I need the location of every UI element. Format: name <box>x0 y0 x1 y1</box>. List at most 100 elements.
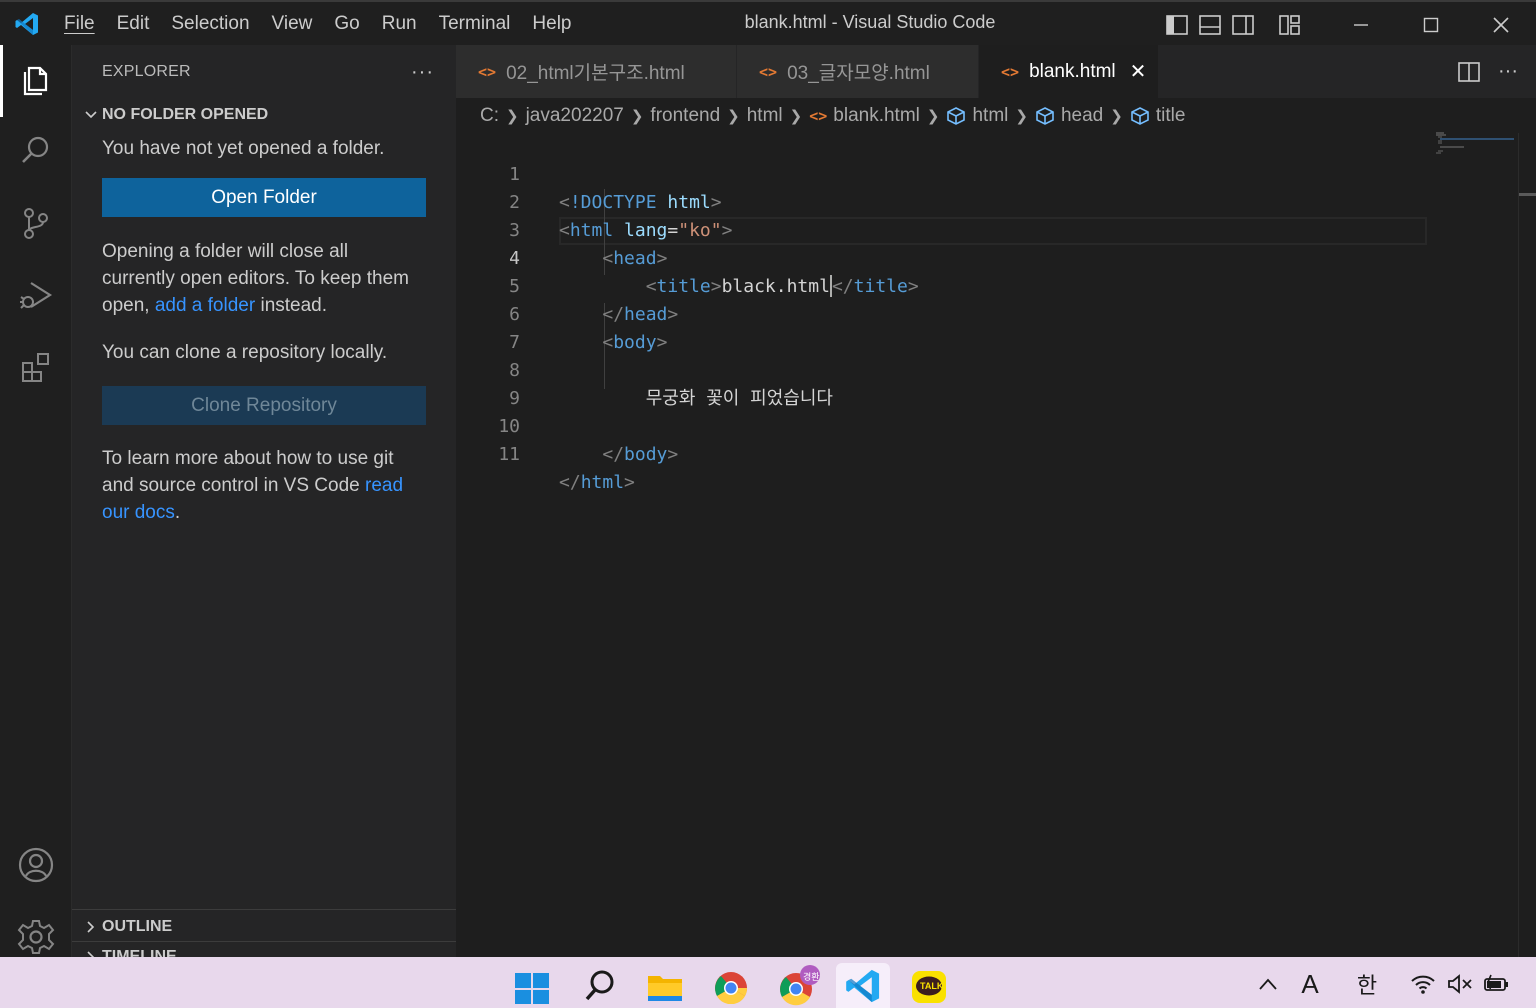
clone-repository-button[interactable]: Clone Repository <box>102 386 426 425</box>
add-folder-link[interactable]: add a folder <box>155 295 255 316</box>
tab-02-html[interactable]: <> 02_html기본구조.html <box>456 45 737 98</box>
title-bar: File Edit Selection View Go Run Terminal… <box>0 0 1536 45</box>
breadcrumb-item[interactable]: frontend <box>650 105 720 127</box>
files-icon <box>18 61 54 102</box>
no-folder-text: You have not yet opened a folder. <box>102 138 385 159</box>
battery-charging-icon[interactable] <box>1482 970 1512 998</box>
breadcrumb-item[interactable]: C: <box>480 105 499 127</box>
code-line: 7 <box>456 301 1456 353</box>
chrome-icon[interactable] <box>706 963 756 1008</box>
code-line: 11 </html> <box>456 413 1456 493</box>
menu-go[interactable]: Go <box>323 1 370 46</box>
breadcrumb-item[interactable]: head <box>1061 105 1103 127</box>
explorer-activity[interactable] <box>0 45 72 117</box>
close-window-button[interactable] <box>1466 2 1536 47</box>
file-explorer-icon[interactable] <box>640 963 690 1008</box>
start-icon[interactable] <box>507 963 557 1008</box>
html-file-icon: <> <box>478 62 497 81</box>
learn-end: . <box>174 502 181 523</box>
code-line: 6 <body> <box>456 273 1456 353</box>
learn-more-text: To learn more about how to use git and s… <box>102 445 426 526</box>
tab-label: blank.html <box>1029 60 1116 82</box>
tab-label: 02_html기본구조.html <box>506 63 685 84</box>
ime-mode-indicator[interactable]: A <box>1296 969 1324 999</box>
profile-badge: 경환 <box>803 972 820 982</box>
customize-layout-icon[interactable] <box>1273 2 1306 47</box>
line-number: 11 <box>498 444 520 465</box>
menu-selection[interactable]: Selection <box>160 1 260 46</box>
tab-blank-html[interactable]: <> blank.html ✕ <box>979 45 1159 98</box>
extensions-icon <box>18 349 54 390</box>
chrome-profile-icon[interactable]: 경환 <box>772 963 822 1008</box>
show-hidden-icons-icon[interactable] <box>1255 970 1281 998</box>
menu-view[interactable]: View <box>261 1 324 46</box>
outline-title: OUTLINE <box>102 918 173 935</box>
extensions-activity[interactable] <box>0 333 72 405</box>
kakaotalk-icon[interactable]: TALK <box>904 963 954 1008</box>
toggle-primary-sidebar-icon[interactable] <box>1160 2 1193 47</box>
wifi-icon[interactable] <box>1408 970 1438 998</box>
run-debug-activity[interactable] <box>0 261 72 333</box>
vscode-icon[interactable] <box>836 963 890 1008</box>
close-tab-icon[interactable]: ✕ <box>1130 59 1147 84</box>
more-actions-icon[interactable]: ··· <box>411 61 434 84</box>
tab-label: 03_글자모양.html <box>787 63 930 84</box>
code-line: 4 <title>black.html </title> <box>456 217 1456 297</box>
minimap[interactable] <box>1434 131 1516 171</box>
more-actions-icon[interactable]: ··· <box>1498 60 1518 83</box>
accounts-activity[interactable] <box>0 831 72 903</box>
menu-terminal[interactable]: Terminal <box>428 1 522 46</box>
timeline-section[interactable]: TIMELINE <box>72 941 456 957</box>
breadcrumb: C: ❯ java202207 ❯ frontend ❯ html ❯ <> b… <box>456 98 1536 134</box>
html-file-icon: <> <box>1001 62 1020 81</box>
breadcrumb-item[interactable]: java202207 <box>526 105 624 127</box>
line-content: </html> <box>559 472 635 493</box>
menu-edit[interactable]: Edit <box>106 1 161 46</box>
menu-help[interactable]: Help <box>521 1 582 46</box>
menu-run[interactable]: Run <box>371 1 428 46</box>
menu-file[interactable]: File <box>54 1 106 46</box>
code-line: 5 </head> <box>456 245 1456 325</box>
maximize-button[interactable] <box>1396 2 1466 47</box>
symbol-element-icon <box>1130 107 1150 125</box>
breadcrumb-item[interactable]: title <box>1156 105 1186 127</box>
editor-area: <> 02_html기본구조.html <> 03_글자모양.html <> b… <box>456 45 1536 957</box>
breadcrumb-item[interactable]: html <box>747 105 783 127</box>
title-controls <box>1160 2 1536 47</box>
symbol-element-icon <box>946 107 966 125</box>
vscode-logo-icon <box>0 1 54 46</box>
code-line: 3 <head> <box>456 189 1456 269</box>
line-content: </body> <box>602 444 679 465</box>
chevron-right-icon: ❯ <box>1110 108 1123 125</box>
editor-scrollbar[interactable] <box>1518 133 1536 957</box>
source-control-activity[interactable] <box>0 189 72 261</box>
opening-folder-text: Opening a folder will close all currentl… <box>102 238 426 319</box>
minimize-button[interactable] <box>1326 2 1396 47</box>
search-activity[interactable] <box>0 117 72 189</box>
open-folder-button[interactable]: Open Folder <box>102 178 426 217</box>
windows-taskbar: 경환 TALK A 한 <box>0 957 1536 1008</box>
learn-text: To learn more about how to use git and s… <box>102 448 394 496</box>
breadcrumb-item[interactable]: blank.html <box>833 105 920 127</box>
tab-03-html[interactable]: <> 03_글자모양.html <box>737 45 979 98</box>
toggle-secondary-sidebar-icon[interactable] <box>1226 2 1259 47</box>
kakao-label: TALK <box>920 981 944 991</box>
toggle-panel-icon[interactable] <box>1193 2 1226 47</box>
timeline-header: TIMELINE <box>72 942 456 957</box>
explorer-sidebar: EXPLORER ··· NO FOLDER OPENED You have n… <box>72 45 456 957</box>
chevron-down-icon <box>80 108 102 122</box>
chevron-right-icon: ❯ <box>630 108 644 125</box>
chevron-right-icon: ❯ <box>1015 108 1028 125</box>
no-folder-section-header[interactable]: NO FOLDER OPENED <box>72 99 456 131</box>
split-editor-icon[interactable] <box>1458 61 1480 82</box>
opening-text-2: instead. <box>255 295 328 316</box>
menu-bar: File Edit Selection View Go Run Terminal… <box>54 1 583 46</box>
search-icon[interactable] <box>575 963 625 1008</box>
outline-section[interactable]: OUTLINE <box>72 909 456 944</box>
editor-tabs: <> 02_html기본구조.html <> 03_글자모양.html <> b… <box>456 45 1536 98</box>
account-icon <box>17 846 55 889</box>
breadcrumb-item[interactable]: html <box>972 105 1008 127</box>
ime-language-indicator[interactable]: 한 <box>1352 970 1382 998</box>
volume-muted-icon[interactable] <box>1446 970 1474 998</box>
chevron-right-icon: ❯ <box>506 108 519 125</box>
